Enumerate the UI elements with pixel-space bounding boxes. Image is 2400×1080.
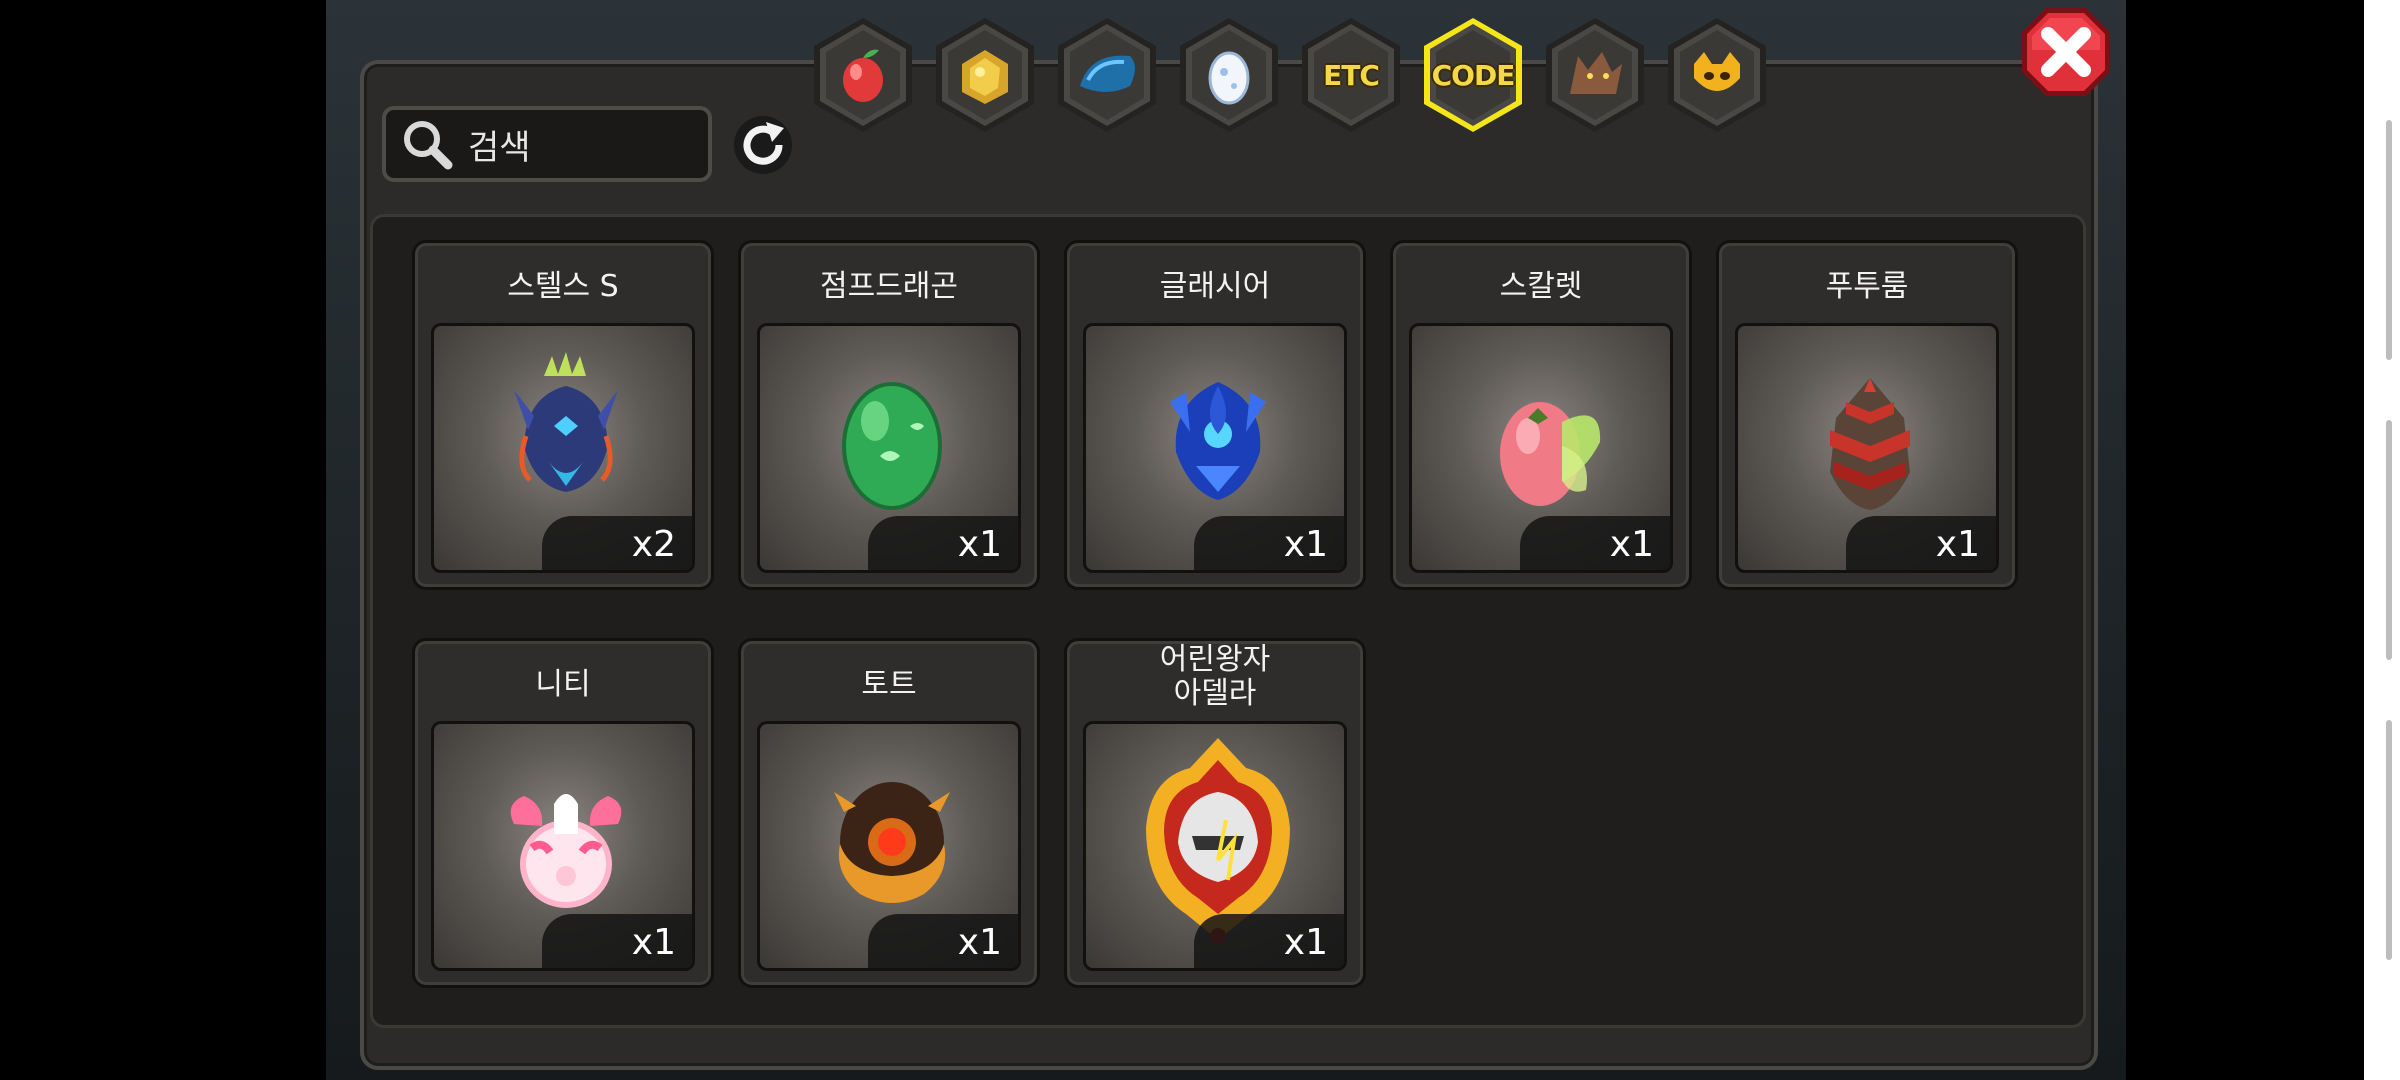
- item-slot: x1: [1735, 323, 1999, 573]
- tab-label: [1052, 14, 1162, 136]
- tab-code[interactable]: CODE: [1418, 14, 1528, 136]
- close-icon: [2022, 8, 2110, 96]
- refresh-button[interactable]: [732, 114, 794, 176]
- item-name: 토트: [861, 667, 917, 702]
- item-slot: x1: [757, 721, 1021, 971]
- item-name: 니티: [535, 667, 591, 702]
- item-card[interactable]: 스텔스 S x2: [412, 240, 714, 590]
- tab-label: ETC: [1323, 58, 1380, 92]
- item-quantity: x1: [542, 914, 692, 968]
- scrollbar[interactable]: [2364, 0, 2400, 1080]
- tab-label: [1662, 14, 1772, 136]
- item-quantity: x1: [1194, 914, 1344, 968]
- item-name: 스텔스 S: [507, 269, 619, 304]
- tab-label: [808, 14, 918, 136]
- tab-dragon-scale[interactable]: [1052, 14, 1162, 136]
- item-name: 어린왕자 아델라: [1159, 642, 1271, 711]
- item-card[interactable]: 토트 x1: [738, 638, 1040, 988]
- tab-werewolf[interactable]: [1540, 14, 1650, 136]
- item-quantity: x1: [1520, 516, 1670, 570]
- search-icon: [404, 121, 453, 170]
- item-card[interactable]: 점프드래곤 x1: [738, 240, 1040, 590]
- item-name: 글래시어: [1159, 269, 1271, 304]
- tab-label: [1174, 14, 1284, 136]
- tab-etc[interactable]: ETC: [1296, 14, 1406, 136]
- item-name: 스칼렛: [1499, 269, 1583, 304]
- item-name: 점프드래곤: [820, 269, 958, 304]
- item-slot: x2: [431, 323, 695, 573]
- tab-label: [930, 14, 1040, 136]
- item-slot: x1: [1083, 323, 1347, 573]
- tab-egg[interactable]: [1174, 14, 1284, 136]
- item-slot: x1: [431, 721, 695, 971]
- tab-mask[interactable]: [1662, 14, 1772, 136]
- item-quantity: x2: [542, 516, 692, 570]
- item-slot: x1: [757, 323, 1021, 573]
- item-quantity: x1: [868, 914, 1018, 968]
- item-card[interactable]: 푸투룸 x1: [1716, 240, 2018, 590]
- item-quantity: x1: [868, 516, 1018, 570]
- tab-gold-ore[interactable]: [930, 14, 1040, 136]
- search-input[interactable]: 검색: [382, 106, 712, 182]
- search-placeholder: 검색: [468, 127, 531, 168]
- item-name: 푸투룸: [1825, 269, 1909, 304]
- item-slot: x1: [1083, 721, 1347, 971]
- item-slot: x1: [1409, 323, 1673, 573]
- item-card[interactable]: 스칼렛 x1: [1390, 240, 1692, 590]
- tab-label: [1540, 14, 1650, 136]
- close-button[interactable]: [2018, 4, 2114, 100]
- item-quantity: x1: [1846, 516, 1996, 570]
- refresh-icon: [734, 116, 792, 174]
- item-quantity: x1: [1194, 516, 1344, 570]
- tab-label: CODE: [1431, 58, 1516, 92]
- item-card[interactable]: 니티 x1: [412, 638, 714, 988]
- item-card[interactable]: 글래시어 x1: [1064, 240, 1366, 590]
- tab-fruit[interactable]: [808, 14, 918, 136]
- item-card[interactable]: 어린왕자 아델라 x1: [1064, 638, 1366, 988]
